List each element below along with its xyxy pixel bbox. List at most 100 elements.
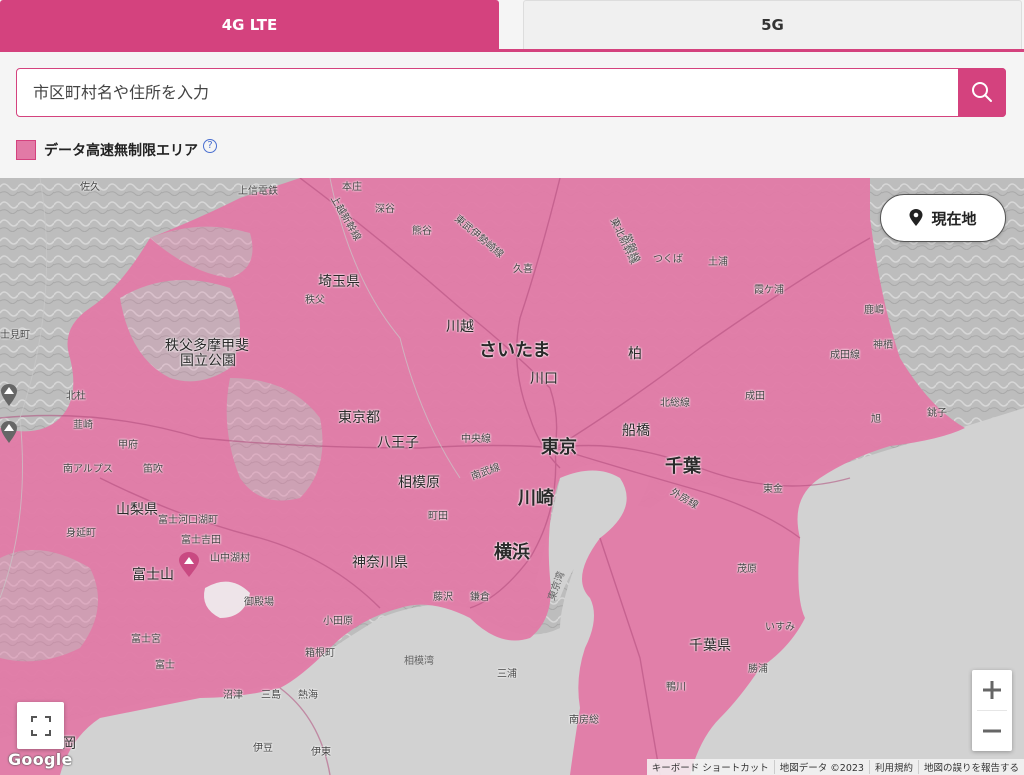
label-kamogawa: 鴨川: [666, 682, 686, 693]
label-odawara: 小田原: [323, 616, 353, 627]
label-narita: 成田: [745, 391, 765, 402]
zoom-in-button[interactable]: [972, 670, 1012, 710]
label-izu: 伊豆: [253, 743, 273, 754]
tab-5g[interactable]: 5G: [523, 0, 1022, 49]
label-hachioji: 八王子: [377, 435, 419, 451]
label-asahi: 旭: [871, 414, 881, 425]
legend-label: データ高速無制限エリア: [44, 143, 198, 159]
label-kamisu: 神栖: [873, 340, 893, 351]
plus-icon: [983, 681, 1001, 699]
label-atami: 熱海: [298, 690, 318, 701]
legend-swatch: [16, 140, 36, 160]
address-search: [16, 67, 1006, 117]
label-sagamihara: 相模原: [398, 475, 440, 491]
label-fujikawaguchiko: 富士河口湖町: [158, 515, 218, 526]
label-yamanakako: 山中湖村: [210, 553, 250, 564]
label-chiba-pref: 千葉県: [689, 638, 731, 654]
label-fujinomiya: 富士宮: [131, 634, 161, 645]
label-fuefuki: 笛吹: [143, 464, 163, 475]
map-canvas: [0, 178, 1024, 775]
label-sagami-bay: 相模湾: [404, 656, 434, 667]
label-yamanashi-pref: 山梨県: [116, 502, 158, 518]
map-legend: データ高速無制限エリア ?: [16, 139, 217, 160]
label-machida: 町田: [428, 511, 448, 522]
tab-4g-lte[interactable]: 4G LTE: [0, 0, 499, 49]
search-input[interactable]: [17, 69, 957, 115]
label-kumagaya: 熊谷: [412, 226, 432, 237]
terms-link[interactable]: 利用規約: [870, 760, 919, 774]
label-chichibu: 秩父: [305, 295, 325, 306]
label-kashima: 鹿嶋: [864, 305, 884, 316]
label-miura: 三浦: [497, 669, 517, 680]
label-kawasaki: 川崎: [518, 488, 554, 509]
label-hakone: 箱根町: [305, 648, 335, 659]
label-kamakura: 鎌倉: [470, 592, 490, 603]
fullscreen-icon: [30, 715, 51, 736]
label-yokohama: 横浜: [494, 542, 530, 563]
label-chiba: 千葉: [665, 456, 701, 477]
label-fujiyoshida: 富士吉田: [181, 535, 221, 546]
mountain-marker-icon[interactable]: [178, 552, 200, 578]
label-kashiwa: 柏: [628, 346, 642, 362]
location-pin-icon: [909, 209, 923, 226]
label-fuji: 富士: [155, 660, 175, 671]
mountain-marker-icon[interactable]: [0, 420, 18, 444]
label-gotemba: 御殿場: [244, 597, 274, 608]
coverage-map-page: 4G LTE 5G データ高速無制限エリア ?: [0, 0, 1024, 775]
label-hokuso-line: 北総線: [660, 398, 690, 409]
label-minamiboso: 南房総: [569, 715, 599, 726]
label-fukaya: 深谷: [375, 204, 395, 215]
coverage-map[interactable]: 佐久 上信電鉄 本庄 深谷 熊谷 上越新幹線 東武伊勢崎線 東北新幹線 常磐線 …: [0, 178, 1024, 775]
label-choshi: 銚子: [927, 408, 947, 419]
keyboard-shortcuts-link[interactable]: キーボード ショートカット: [647, 760, 775, 774]
label-funabashi: 船橋: [622, 423, 650, 439]
label-kuki: 久喜: [513, 264, 533, 275]
label-kawaguchi: 川口: [530, 371, 558, 387]
label-tokyo: 東京: [541, 437, 577, 458]
zoom-out-button[interactable]: [972, 711, 1012, 751]
google-logo[interactable]: Google: [8, 750, 73, 769]
current-location-button[interactable]: 現在地: [880, 194, 1006, 242]
label-joshin-railway: 上信電鉄: [238, 186, 278, 197]
label-nirasaki: 韮崎: [73, 420, 93, 431]
label-narita-line: 成田線: [830, 350, 860, 361]
report-error-link[interactable]: 地図の誤りを報告する: [919, 760, 1024, 774]
label-tsuchiura: 土浦: [708, 257, 728, 268]
label-saitama: さいたま: [479, 340, 551, 361]
label-katsuura: 勝浦: [748, 664, 768, 675]
label-ito: 伊東: [311, 747, 331, 758]
label-numazu: 沼津: [223, 690, 243, 701]
label-saku: 佐久: [80, 182, 100, 193]
label-isumi: いすみ: [765, 622, 795, 633]
label-tokyo-pref: 東京都: [338, 410, 380, 426]
label-tsukuba: つくば: [653, 254, 683, 265]
label-mt-fuji: 富士山: [132, 567, 174, 583]
label-minobu: 身延町: [66, 528, 96, 539]
label-togane: 東金: [763, 484, 783, 495]
map-data-text: 地図データ ©2023: [775, 760, 870, 774]
label-fujimi: 士見町: [0, 330, 30, 341]
label-kofu: 甲府: [118, 440, 138, 451]
label-minami-alps: 南アルプス: [63, 464, 113, 475]
label-mishima: 三島: [261, 690, 281, 701]
label-saitama-pref: 埼玉県: [318, 274, 360, 290]
label-mobara: 茂原: [737, 564, 757, 575]
zoom-controls: [972, 670, 1012, 751]
search-icon: [972, 82, 992, 102]
label-kasumigaura: 霞ケ浦: [754, 285, 784, 296]
minus-icon: [983, 729, 1001, 733]
fullscreen-button[interactable]: [17, 702, 64, 749]
label-fujisawa: 藤沢: [433, 592, 453, 603]
map-attribution: キーボード ショートカット 地図データ ©2023 利用規約 地図の誤りを報告す…: [646, 759, 1024, 775]
current-location-label: 現在地: [931, 209, 977, 228]
label-national-park: 国立公園: [180, 353, 236, 369]
label-hokuto: 北杜: [66, 391, 86, 402]
label-honjo: 本庄: [342, 182, 362, 193]
search-button[interactable]: [958, 67, 1006, 117]
mountain-marker-icon[interactable]: [0, 383, 18, 407]
label-kanagawa-pref: 神奈川県: [352, 555, 408, 571]
network-tabs: 4G LTE 5G: [0, 0, 1024, 52]
label-kawagoe: 川越: [446, 319, 474, 335]
question-circle-icon[interactable]: ?: [203, 139, 217, 153]
label-chuo-line: 中央線: [461, 434, 491, 445]
